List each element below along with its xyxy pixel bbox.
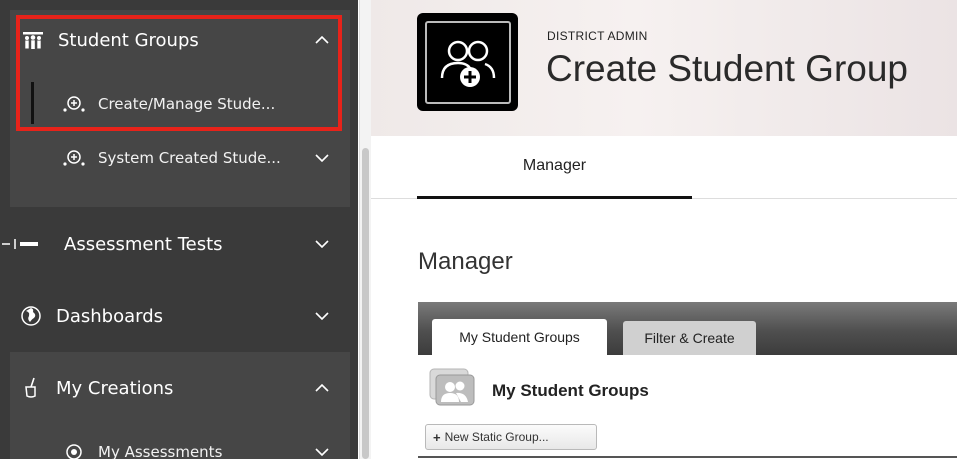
sidebar-item-dashboards[interactable]: Dashboards xyxy=(0,294,358,338)
group-list-title: My Student Groups xyxy=(492,381,649,400)
sidebar-item-label: System Created Stude... xyxy=(98,149,281,167)
sidebar-scrollbar-thumb[interactable] xyxy=(362,148,369,459)
sidebar-item-student-groups[interactable]: Student Groups xyxy=(0,18,358,62)
tab-bar: Manager xyxy=(371,136,957,199)
divider xyxy=(418,456,957,458)
globe-icon xyxy=(20,305,42,327)
tab-filter-create[interactable]: Filter & Create xyxy=(623,321,756,355)
sidebar: Student Groups Create/Manage Stude... Sy… xyxy=(0,0,358,459)
plus-icon: + xyxy=(433,429,441,445)
chevron-down-icon xyxy=(314,444,330,459)
chevron-down-icon xyxy=(314,236,330,252)
sidebar-item-label: My Creations xyxy=(56,377,174,399)
chevron-up-icon xyxy=(314,32,330,48)
sidebar-item-create-manage[interactable]: Create/Manage Stude... xyxy=(0,84,358,124)
sidebar-item-my-assessments[interactable]: My Assessments xyxy=(0,432,358,459)
sidebar-item-system-created[interactable]: System Created Stude... xyxy=(0,138,358,178)
sidebar-item-label: Student Groups xyxy=(58,29,199,51)
main-content: DISTRICT ADMIN Create Student Group Mana… xyxy=(371,0,957,459)
page-header: DISTRICT ADMIN Create Student Group xyxy=(371,0,957,136)
student-groups-icon xyxy=(22,29,44,51)
group-add-icon xyxy=(62,94,86,114)
tab-my-student-groups[interactable]: My Student Groups xyxy=(432,319,607,355)
hand-pen-icon xyxy=(20,377,42,399)
sidebar-item-label: Create/Manage Stude... xyxy=(98,95,276,113)
new-static-group-button[interactable]: + New Static Group... xyxy=(425,424,597,450)
sidebar-item-label: Dashboards xyxy=(56,305,164,327)
page-title: Create Student Group xyxy=(546,48,908,89)
chevron-down-icon xyxy=(314,308,330,324)
section-title: Manager xyxy=(418,248,513,275)
assessment-tests-icon xyxy=(0,233,44,255)
sidebar-item-assessment-tests[interactable]: Assessment Tests xyxy=(0,222,358,266)
chevron-up-icon xyxy=(314,380,330,396)
tab-manager[interactable]: Manager xyxy=(417,136,692,199)
sidebar-item-my-creations[interactable]: My Creations xyxy=(0,366,358,410)
page-kicker: DISTRICT ADMIN xyxy=(547,29,648,43)
sidebar-item-label: Assessment Tests xyxy=(64,233,223,255)
create-student-group-icon xyxy=(417,13,518,111)
chevron-down-icon xyxy=(314,150,330,166)
group-add-icon xyxy=(62,148,86,168)
student-group-icon xyxy=(429,368,475,406)
assessment-icon xyxy=(62,442,86,459)
panel-tab-bar: My Student Groups Filter & Create xyxy=(418,302,957,355)
sidebar-item-label: My Assessments xyxy=(98,443,223,459)
new-static-group-label: New Static Group... xyxy=(444,430,549,444)
